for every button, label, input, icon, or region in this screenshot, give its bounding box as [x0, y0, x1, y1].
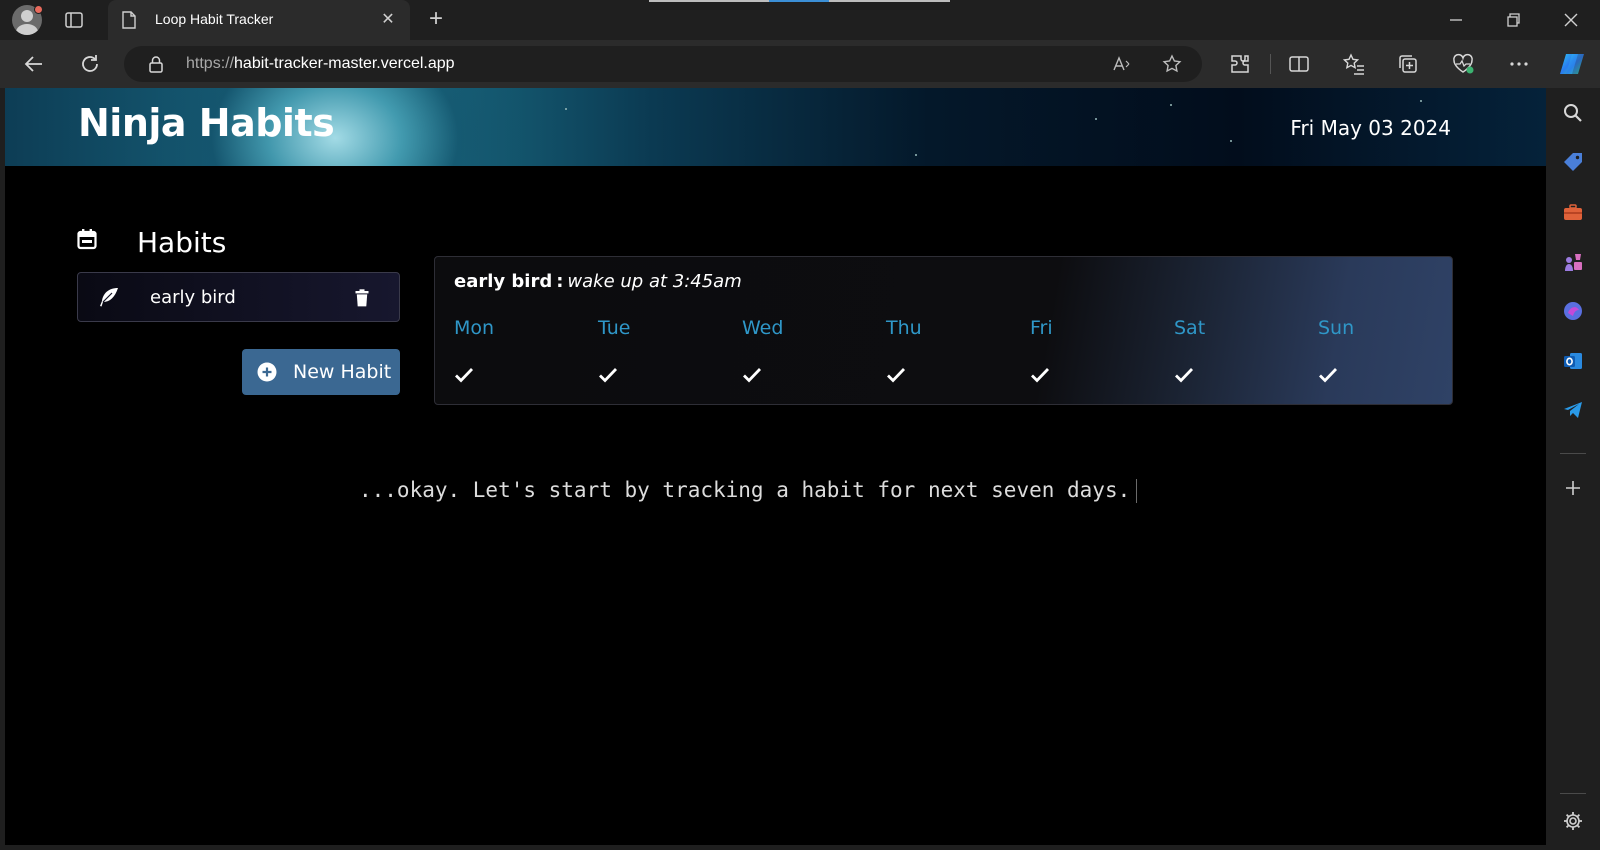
star-decoration	[1095, 118, 1097, 120]
shopping-tag-icon[interactable]	[1562, 151, 1584, 173]
card-separator: :	[556, 271, 564, 292]
refresh-icon[interactable]	[78, 52, 102, 76]
checkmark-icon[interactable]	[454, 366, 474, 384]
text-caret	[1136, 479, 1138, 503]
checkmark-icon[interactable]	[742, 366, 762, 384]
split-screen-icon[interactable]	[1287, 52, 1311, 76]
header-banner: Ninja Habits Fri May 03 2024	[5, 88, 1546, 166]
new-tab-icon[interactable]: +	[424, 7, 448, 32]
checkmark-icon[interactable]	[1318, 366, 1338, 384]
feather-icon	[98, 286, 120, 308]
sidebar-separator	[1560, 453, 1586, 454]
games-chess-icon[interactable]	[1562, 251, 1584, 273]
habit-card-header: early bird: wake up at 3:45am	[454, 271, 742, 292]
browser-toolbar: https://habit-tracker-master.vercel.app	[0, 40, 1600, 88]
day-label-thu: Thu	[886, 317, 922, 339]
checkmark-icon[interactable]	[598, 366, 618, 384]
search-icon[interactable]	[1562, 102, 1584, 124]
restore-icon[interactable]	[1501, 8, 1525, 32]
star-decoration	[915, 154, 917, 156]
address-bar[interactable]: https://habit-tracker-master.vercel.app	[124, 46, 1202, 82]
loading-indicator	[649, 0, 769, 2]
tab-actions-icon[interactable]	[64, 10, 84, 30]
tools-briefcase-icon[interactable]	[1562, 201, 1584, 223]
loading-indicator-active	[769, 0, 829, 2]
browser-titlebar: Loop Habit Tracker ✕ +	[0, 0, 1600, 40]
new-habit-label: New Habit	[293, 361, 392, 383]
web-page: Ninja Habits Fri May 03 2024 Habits earl…	[5, 88, 1546, 845]
current-date: Fri May 03 2024	[1290, 116, 1451, 140]
star-decoration	[565, 108, 567, 110]
checkmark-icon[interactable]	[1030, 366, 1050, 384]
send-telegram-icon[interactable]	[1562, 399, 1584, 421]
habit-list-item[interactable]: early bird	[77, 272, 400, 322]
plus-circle-icon	[257, 362, 277, 382]
loading-indicator	[829, 0, 950, 2]
tab-title: Loop Habit Tracker	[155, 11, 274, 27]
habits-title: Habits	[137, 226, 227, 259]
checkmark-icon[interactable]	[886, 366, 906, 384]
day-label-mon: Mon	[454, 317, 495, 339]
calendar-icon	[77, 228, 97, 250]
typewriter-message: ...okay. Let's start by tracking a habit…	[359, 478, 1138, 503]
habit-name: early bird	[150, 287, 236, 308]
star-decoration	[1230, 140, 1232, 142]
favorite-star-icon[interactable]	[1162, 54, 1182, 74]
more-options-icon[interactable]	[1507, 52, 1531, 76]
edge-sidebar	[1546, 88, 1600, 850]
card-habit-goal: wake up at 3:45am	[567, 271, 742, 292]
add-sidebar-app-icon[interactable]	[1562, 477, 1584, 499]
back-icon[interactable]	[22, 52, 46, 76]
read-aloud-icon[interactable]	[1112, 54, 1132, 74]
card-habit-name: early bird	[454, 271, 553, 292]
new-habit-button[interactable]: New Habit	[242, 349, 400, 395]
browser-tab-active[interactable]: Loop Habit Tracker ✕	[108, 0, 410, 40]
copilot-app-icon[interactable]	[1562, 300, 1584, 322]
url-text[interactable]: https://habit-tracker-master.vercel.app	[186, 55, 455, 73]
profile-notification-dot	[34, 5, 43, 14]
trash-icon[interactable]	[355, 289, 369, 307]
checkmark-icon[interactable]	[1174, 366, 1194, 384]
sidebar-separator	[1560, 793, 1586, 794]
day-label-sun: Sun	[1318, 317, 1355, 339]
toolbar-separator	[1270, 54, 1271, 74]
extensions-icon[interactable]	[1228, 52, 1252, 76]
typewriter-text: ...okay. Let's start by tracking a habit…	[359, 478, 1131, 502]
day-label-fri: Fri	[1030, 317, 1053, 339]
day-label-sat: Sat	[1174, 317, 1206, 339]
favorites-icon[interactable]	[1342, 52, 1366, 76]
close-window-icon[interactable]	[1559, 8, 1583, 32]
copilot-icon[interactable]	[1558, 50, 1586, 78]
outlook-icon[interactable]	[1562, 350, 1584, 372]
habit-week-card: early bird: wake up at 3:45am Mon Tue Wed…	[434, 256, 1453, 405]
app-title: Ninja Habits	[78, 101, 335, 145]
day-label-wed: Wed	[742, 317, 784, 339]
day-label-tue: Tue	[598, 317, 631, 339]
minimize-icon[interactable]	[1444, 8, 1468, 32]
lock-icon[interactable]	[148, 55, 164, 73]
close-tab-icon[interactable]: ✕	[378, 10, 398, 30]
browser-essentials-icon[interactable]	[1451, 52, 1475, 76]
star-decoration	[1420, 100, 1422, 102]
page-icon	[122, 11, 136, 29]
settings-gear-icon[interactable]	[1562, 810, 1584, 832]
star-decoration	[1170, 104, 1172, 106]
collections-icon[interactable]	[1396, 52, 1420, 76]
